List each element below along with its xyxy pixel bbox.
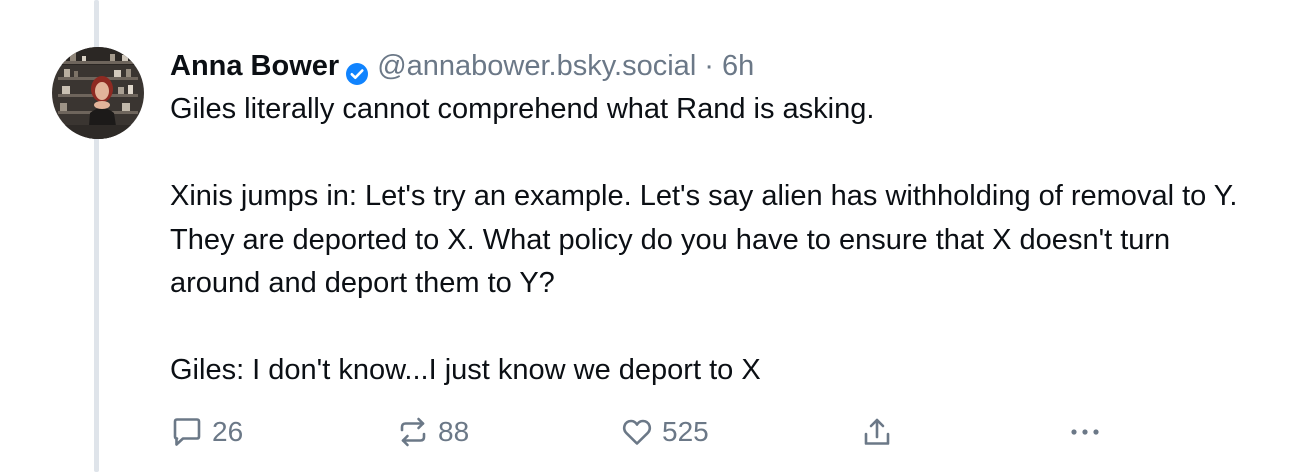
avatar-image: [52, 47, 144, 139]
repost-count: 88: [438, 416, 470, 447]
verified-badge-icon: [345, 55, 369, 85]
handle[interactable]: @annabower.bsky.social: [377, 44, 696, 88]
post-actions: 26 88 525: [170, 410, 1170, 454]
post: Anna Bower @annabower.bsky.social · 6h G…: [0, 0, 1292, 472]
repost-arrows-icon: [396, 415, 430, 449]
avatar[interactable]: [52, 47, 144, 139]
more-dots-icon: [1068, 415, 1102, 449]
more-options-button[interactable]: [1068, 410, 1102, 454]
timestamp[interactable]: 6h: [722, 44, 754, 88]
reply-button[interactable]: 26: [170, 410, 243, 454]
like-button[interactable]: 525: [620, 410, 709, 454]
reply-count: 26: [212, 416, 244, 447]
speech-bubble-icon: [170, 415, 204, 449]
like-count: 525: [662, 416, 709, 447]
heart-icon: [620, 415, 654, 449]
share-button[interactable]: [860, 410, 894, 454]
share-upload-icon: [860, 415, 894, 449]
repost-button[interactable]: 88: [396, 410, 469, 454]
post-text: Giles literally cannot comprehend what R…: [170, 93, 1238, 386]
display-name[interactable]: Anna Bower: [170, 44, 339, 88]
post-header: Anna Bower @annabower.bsky.social · 6h: [170, 44, 1260, 88]
separator: ·: [704, 50, 714, 82]
post-content: Anna Bower @annabower.bsky.social · 6h G…: [170, 44, 1260, 393]
